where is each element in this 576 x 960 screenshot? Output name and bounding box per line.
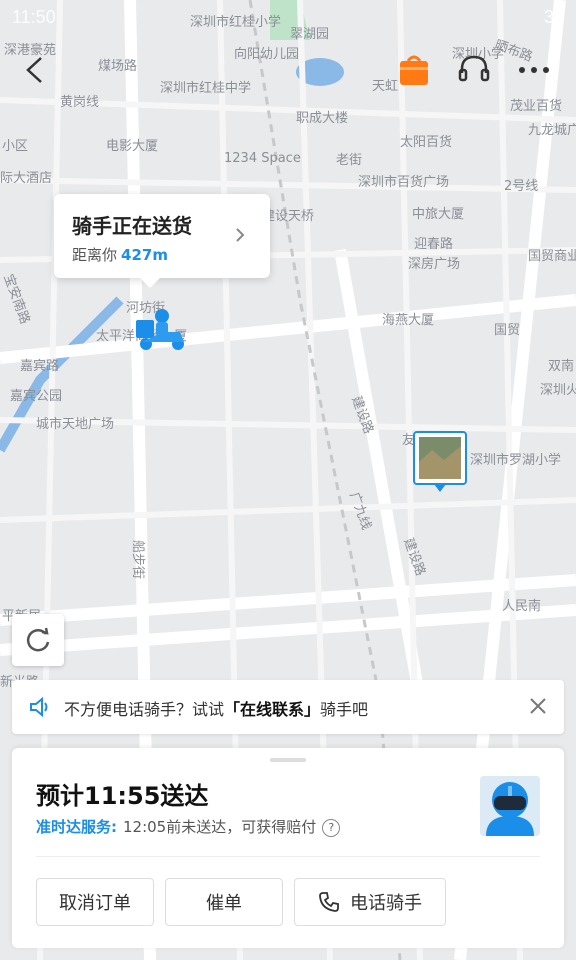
close-icon[interactable]	[528, 696, 548, 716]
refresh-button[interactable]	[12, 614, 64, 666]
map-label: 国贸商业	[528, 249, 576, 264]
divider	[36, 856, 540, 857]
map-label: 双南	[548, 358, 574, 374]
rider-distance: 距离你 427m	[72, 244, 168, 265]
map-label: 职成大楼	[296, 111, 348, 126]
map-label: 船步街	[130, 540, 145, 579]
map-label: 深房广场	[408, 256, 460, 272]
back-button[interactable]	[12, 48, 56, 92]
on-time-service: 准时达服务: 12:05前未送达，可获得赔付?	[36, 816, 341, 837]
refresh-icon	[26, 627, 50, 652]
rider-distance-label: 距离你	[72, 246, 118, 264]
map-label: 1234 Space	[224, 151, 301, 166]
map-label: 迎春路	[414, 236, 453, 252]
map-label: 2号线	[504, 179, 538, 194]
map-label: 深圳市罗湖小学	[470, 452, 561, 468]
rider-status-title: 骑手正在送货	[72, 214, 192, 238]
notice-prefix: 不方便电话骑手？试试	[64, 700, 225, 719]
map-label: 城市天地广场	[36, 416, 114, 432]
map-label: 煤场路	[98, 58, 137, 74]
call-rider-label: 电话骑手	[350, 893, 422, 914]
rider-avatar-image	[480, 776, 540, 836]
notice-text: 不方便电话骑手？试试「在线联系」骑手吧	[64, 696, 368, 720]
help-icon[interactable]: ?	[322, 818, 341, 837]
map-label: 嘉宾公园	[10, 388, 62, 404]
back-arrow-icon	[26, 57, 42, 83]
rider-status-popup[interactable]: 骑手正在送货 距离你 427m	[54, 194, 270, 288]
map-label: 深圳市红桂中学	[160, 80, 251, 96]
more-dots-icon	[519, 67, 549, 73]
map-label: 小区	[2, 139, 28, 154]
on-time-service-text: 12:05前未送达，可获得赔付	[123, 818, 317, 836]
online-contact-link[interactable]: 「在线联系」	[224, 700, 320, 719]
chevron-right-icon	[236, 228, 245, 242]
more-button[interactable]	[512, 48, 556, 92]
map-label: 向阳幼儿园	[234, 46, 299, 62]
speaker-icon	[30, 696, 48, 718]
status-time: 11:50	[12, 7, 56, 27]
on-time-service-label: 准时达服务:	[36, 818, 117, 836]
map-label: 海燕大厦	[382, 313, 434, 328]
headset-icon	[458, 55, 490, 82]
map-label: 九龙城广场	[528, 123, 576, 138]
customer-service-button[interactable]	[452, 48, 496, 92]
map-label: 茂业百货	[510, 98, 562, 114]
map-label: 人民南	[502, 598, 541, 614]
online-contact-notice[interactable]: 不方便电话骑手？试试「在线联系」骑手吧	[12, 680, 564, 734]
notice-suffix: 骑手吧	[320, 700, 369, 719]
status-battery: 36	[543, 7, 564, 27]
rider-distance-value: 427m	[121, 246, 168, 264]
map-label: 深圳火	[540, 383, 576, 398]
rider-avatar[interactable]	[480, 776, 540, 836]
destination-marker[interactable]	[413, 431, 467, 492]
map-label: 黄岗线	[60, 95, 99, 110]
phone-icon	[319, 892, 339, 912]
map-label: 老街	[336, 153, 362, 168]
call-rider-button[interactable]: 电话骑手	[294, 878, 446, 926]
map-label: 中旅大厦	[412, 207, 464, 222]
map-label: 国贸	[494, 323, 520, 338]
urge-order-button[interactable]: 催单	[165, 878, 283, 926]
map-label: 电影大厦	[106, 139, 158, 154]
order-status-card: 预计11:55送达 准时达服务: 12:05前未送达，可获得赔付? 取消订单 催单…	[12, 748, 564, 948]
status-bar: 11:50 36	[0, 0, 576, 36]
cancel-order-button[interactable]: 取消订单	[36, 878, 154, 926]
map-label: 嘉宾路	[20, 358, 59, 374]
map-label: 太阳百货	[400, 134, 452, 150]
shop-button[interactable]	[392, 48, 436, 92]
shopping-bag-icon	[400, 55, 428, 85]
map-label: 深圳市百货广场	[358, 174, 449, 190]
drag-handle[interactable]	[270, 758, 306, 762]
estimated-arrival: 预计11:55送达	[36, 782, 209, 810]
map-label: 际大酒店	[0, 171, 52, 186]
